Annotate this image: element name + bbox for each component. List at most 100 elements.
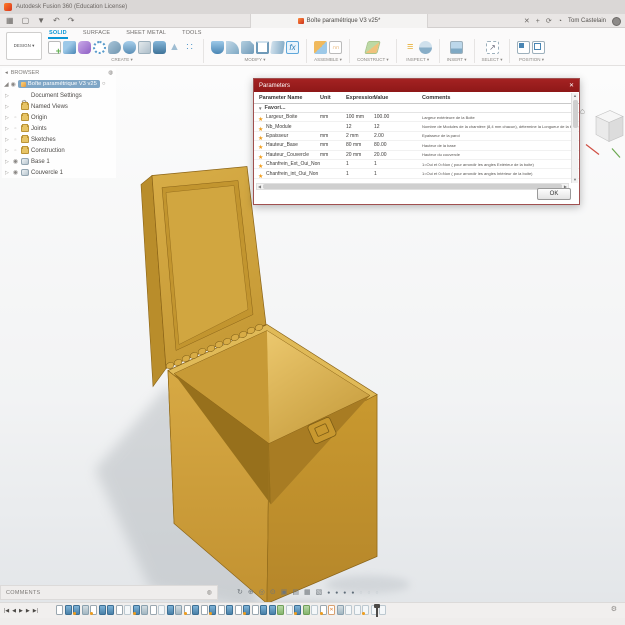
playback-button[interactable]: ◀ [12,608,16,614]
visibility-eye-icon[interactable] [12,126,19,132]
playback-button[interactable]: ▶| [33,608,38,614]
avatar[interactable] [612,16,621,26]
timeline-feature-icon[interactable] [243,605,250,615]
timeline-feature-icon[interactable] [277,605,284,615]
toolbar-icon[interactable] [532,41,546,54]
group-position-label[interactable]: POSITION ▾ [519,57,544,63]
timeline-feature-icon[interactable] [98,605,106,615]
timeline-feature-icon[interactable] [209,605,216,615]
toolbar-icon[interactable] [78,41,91,54]
toolbar-icon[interactable] [485,41,499,54]
timeline-feature-icon[interactable] [64,605,72,615]
parameter-comments[interactable]: Hauteur du couvercle [422,152,579,157]
parameter-expression[interactable]: 100 mm [346,114,374,120]
timeline-settings-gear-icon[interactable]: ⚙ [611,605,617,613]
timeline-feature-icon[interactable] [149,605,157,615]
browser-item[interactable]: ▷ Couvercle 1 [2,167,116,178]
new-tab-icon[interactable]: + [536,18,540,25]
expand-arrow-icon[interactable]: ▷ [5,159,10,165]
toolbar-icon[interactable] [183,41,196,54]
timeline-feature-icon[interactable] [90,605,97,615]
nav-icon[interactable]: ● [343,586,346,600]
root-component-chip[interactable]: Boîte paramétrique V3 v25 [17,80,100,88]
toolbar-icon[interactable] [404,41,417,54]
nav-icon[interactable]: ○ [375,586,378,600]
toolbar-icon[interactable] [450,41,464,54]
timeline-feature-icon[interactable] [115,605,123,615]
expand-arrow-icon[interactable]: ▷ [5,104,10,110]
timeline-feature-icon[interactable] [319,605,327,615]
parameter-row[interactable]: Hauteur_Base mm 80 mm 80.00 Hauteur de l… [254,141,579,151]
user-name[interactable]: Tom Castelain [568,18,606,24]
toolbar-icon[interactable] [314,41,327,54]
parameter-row[interactable]: Nb_Module 12 12 Nombre de Modules de la … [254,122,579,132]
parameter-row[interactable]: Epaisseur mm 2 mm 2.00 Epaisseur de la p… [254,132,579,142]
browser-item[interactable]: ▷ Joints [2,123,116,134]
timeline-feature-icon[interactable] [328,605,335,615]
horizontal-scrollbar[interactable]: ◀ ▶ [256,183,569,190]
parameter-expression[interactable]: 20 mm [346,152,374,158]
visibility-eye-icon[interactable] [12,158,19,165]
toolbar-icon[interactable] [286,41,299,54]
timeline-feature-icon[interactable] [362,605,369,615]
timeline-feature-icon[interactable] [226,605,233,615]
quick-access-icon[interactable]: ▼ [37,14,45,28]
parameter-expression[interactable]: 2 mm [346,133,374,139]
parameter-row[interactable]: Hauteur_Couvercle mm 20 mm 20.00 Hauteur… [254,151,579,160]
toolbar-icon[interactable] [270,41,285,54]
ribbon-tab[interactable]: SURFACE [82,29,111,39]
browser-item[interactable]: ▷ Construction [2,145,116,156]
group-select-label[interactable]: SELECT ▾ [482,57,503,63]
group-create-label[interactable]: CREATE ▾ [111,57,132,63]
timeline-feature-icon[interactable] [56,605,63,615]
nav-icon[interactable]: ▤ [292,586,299,600]
nav-icon[interactable]: ○ [367,586,370,600]
timeline-feature-icon[interactable] [217,605,225,615]
nav-icon[interactable]: ▧ [316,586,323,600]
workspace-design-button[interactable]: DESIGN ▾ [6,32,42,60]
notification-icon[interactable]: ◔ [558,18,562,25]
parameter-row[interactable]: Chanfrein_Ext_Oui_Non 1 1 1=Oui et 0=Non… [254,160,579,170]
parameter-row[interactable]: Largeur_Boite mm 100 mm 100.00 Largeur e… [254,113,579,123]
scroll-down-icon[interactable]: ▼ [572,177,578,183]
ribbon-tab[interactable]: TOOLS [181,29,203,39]
scrollbar-thumb[interactable] [263,184,562,189]
parameter-expression[interactable]: 80 mm [346,142,374,148]
toolbar-icon[interactable] [329,41,342,54]
parameter-expression[interactable]: 1 [346,171,374,177]
timeline-feature-icon[interactable] [158,605,165,615]
group-insert-label[interactable]: INSERT ▾ [447,57,467,63]
toolbar-icon[interactable] [123,41,136,54]
timeline-feature-icon[interactable] [251,605,259,615]
parameter-comments[interactable]: Nombre de Modules de la charnière (8,4 m… [422,124,579,129]
parameter-expression[interactable]: 12 [346,124,374,130]
toolbar-icon[interactable] [168,41,181,54]
expand-arrow-icon[interactable]: ▷ [5,170,10,176]
timeline-feature-icon[interactable] [141,605,148,615]
nav-icon[interactable]: ▦ [304,586,311,600]
timeline-feature-icon[interactable] [302,605,310,615]
toolbar-icon[interactable] [241,41,254,54]
nav-icon[interactable]: ▣ [281,586,288,600]
dialog-titlebar[interactable]: Parameters ✕ [254,79,579,92]
group-construct-label[interactable]: CONSTRUCT ▾ [357,57,389,63]
group-modify-label[interactable]: MODIFY ▾ [245,57,266,63]
expand-arrow-icon[interactable]: ▷ [5,137,10,143]
browser-item[interactable]: ▷ Document Settings [2,90,116,101]
parameter-comments[interactable]: Epaisseur de la paroi [422,133,579,138]
timeline-feature-icon[interactable] [81,605,89,615]
browser-item[interactable]: ▷ Origin [2,112,116,123]
nav-icon[interactable]: ● [327,586,330,600]
job-status-icon[interactable]: ⟳ [546,17,552,25]
toolbar-icon[interactable] [256,41,269,54]
document-tab[interactable]: Boîte paramétrique V3 v25* [250,14,428,28]
expand-arrow-icon[interactable]: ▷ [5,126,10,132]
quick-access-icon[interactable]: ▢ [22,14,30,28]
visibility-eye-icon[interactable]: ◉ [11,81,16,88]
expand-arrow-icon[interactable]: ▷ [5,148,10,154]
timeline-feature-icon[interactable] [200,605,208,615]
group-inspect-label[interactable]: INSPECT ▾ [406,57,429,63]
browser-item[interactable]: ▷ Sketches [2,134,116,145]
nav-icon[interactable]: ↻ [237,586,243,600]
timeline-feature-icon[interactable] [336,605,344,615]
